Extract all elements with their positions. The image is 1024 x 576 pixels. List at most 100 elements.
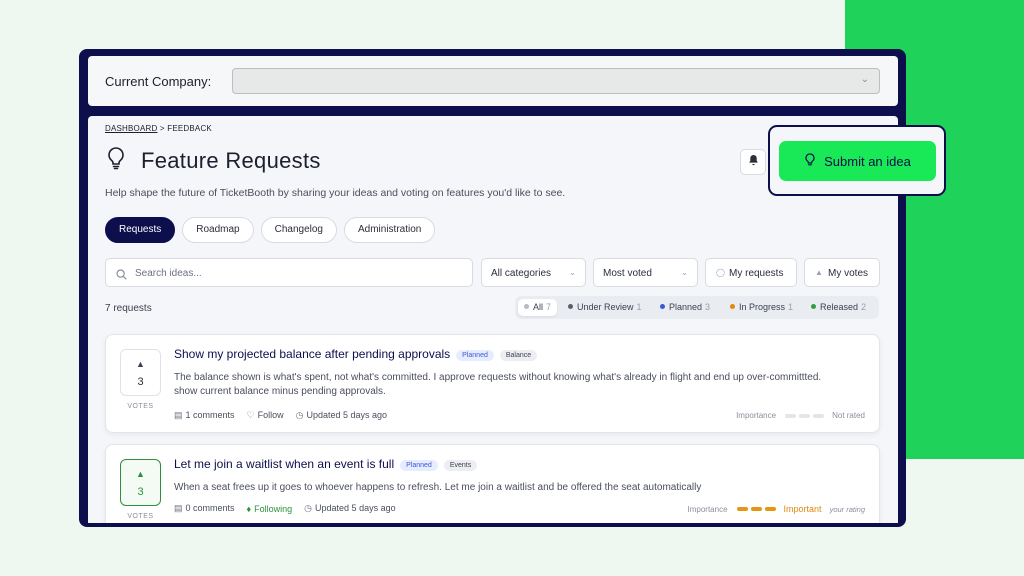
status-dot xyxy=(660,304,665,309)
status-dot xyxy=(730,304,735,309)
category-tag: Events xyxy=(443,460,478,471)
status-in-progress[interactable]: In Progress 1 xyxy=(730,299,793,316)
vote-count: 3 xyxy=(137,376,144,388)
category-tag: Balance xyxy=(499,350,538,361)
search-input[interactable]: Search ideas... xyxy=(105,258,473,287)
lightbulb-icon xyxy=(105,146,127,175)
upvote-icon: ▲ xyxy=(136,469,145,479)
importance-value: Important xyxy=(783,504,822,514)
importance-rating[interactable]: Importance Not rated xyxy=(736,411,865,420)
sort-dropdown-label: Most voted xyxy=(603,268,652,279)
updated-label: Updated 5 days ago xyxy=(306,410,388,420)
tab-administration[interactable]: Administration xyxy=(343,217,436,243)
status-label: Released xyxy=(820,302,859,312)
company-label: Current Company: xyxy=(105,74,212,89)
company-select[interactable]: ⌄ xyxy=(232,68,880,94)
updated-info: ◷ Updated 5 days ago xyxy=(296,410,387,421)
request-title-text: Show my projected balance after pending … xyxy=(174,347,451,361)
status-label: Under Review xyxy=(577,302,634,312)
comments-label: 1 comments xyxy=(185,410,235,420)
importance-bar[interactable] xyxy=(785,413,797,418)
status-all[interactable]: All 7 xyxy=(518,299,558,316)
comment-icon: ▤ xyxy=(174,410,183,420)
status-under-review[interactable]: Under Review 1 xyxy=(568,299,642,316)
my-requests-button[interactable]: ◯ My requests xyxy=(705,258,797,287)
search-placeholder: Search ideas... xyxy=(135,268,202,279)
search-icon xyxy=(116,267,127,285)
status-dot xyxy=(568,304,573,309)
submit-idea-label: Submit an idea xyxy=(824,153,911,169)
chevron-down-icon: ⌄ xyxy=(681,268,688,277)
importance-label: Importance xyxy=(736,411,777,420)
status-released[interactable]: Released 2 xyxy=(811,299,866,316)
breadcrumb-separator: > xyxy=(159,124,165,133)
notifications-button[interactable] xyxy=(740,149,766,175)
request-description: The balance shown is what's spent, not w… xyxy=(174,372,822,397)
importance-bar[interactable] xyxy=(799,413,811,418)
bell-icon: ♦ xyxy=(246,503,252,514)
submit-idea-button[interactable]: Submit an idea xyxy=(779,141,936,181)
status-dot xyxy=(811,304,816,309)
comment-icon: ▤ xyxy=(174,503,183,513)
request-title[interactable]: Show my projected balance after pending … xyxy=(174,347,538,361)
status-tag: Planned xyxy=(456,350,494,361)
comments-link[interactable]: ▤ 1 comments xyxy=(174,410,235,421)
chevron-down-icon: ⌄ xyxy=(569,268,576,277)
comments-link[interactable]: ▤ 0 comments xyxy=(174,503,235,514)
request-card[interactable]: ▲ 3 VOTES Let me join a waitlist when an… xyxy=(105,444,880,523)
tab-requests[interactable]: Requests xyxy=(105,217,176,243)
follow-button[interactable]: ♡ Follow xyxy=(247,410,284,421)
status-planned[interactable]: Planned 3 xyxy=(660,299,710,316)
tab-changelog[interactable]: Changelog xyxy=(260,217,337,243)
category-dropdown[interactable]: All categories ⌄ xyxy=(481,258,586,287)
status-count: 7 xyxy=(546,302,552,312)
lightbulb-icon xyxy=(804,152,824,170)
upvote-icon: ▲ xyxy=(136,359,145,369)
upvote-icon: ▲ xyxy=(815,268,823,277)
importance-label: Importance xyxy=(687,504,728,514)
status-label: In Progress xyxy=(739,302,786,312)
importance-bar[interactable] xyxy=(813,413,825,418)
importance-rating[interactable]: Importance Important your rating xyxy=(688,504,866,514)
my-requests-label: My requests xyxy=(729,268,784,279)
page-subtitle: Help shape the future of TicketBooth by … xyxy=(105,187,566,199)
page-title: Feature Requests xyxy=(141,147,321,173)
follow-label: Follow xyxy=(257,410,284,420)
votes-label: VOTES xyxy=(127,403,154,410)
company-bar: Current Company: ⌄ xyxy=(88,56,898,106)
comments-label: 0 comments xyxy=(185,503,235,513)
tab-roadmap[interactable]: Roadmap xyxy=(182,217,254,243)
request-title-text: Let me join a waitlist when an event is … xyxy=(174,457,395,471)
filter-row: Search ideas... All categories ⌄ Most vo… xyxy=(105,258,880,287)
follow-button[interactable]: ♦ Following xyxy=(247,504,293,514)
user-icon: ◯ xyxy=(716,268,725,277)
status-label: Planned xyxy=(669,302,703,312)
breadcrumb: DASHBOARD > FEEDBACK xyxy=(105,124,212,133)
status-count: 2 xyxy=(861,302,867,312)
clock-icon: ◷ xyxy=(295,410,304,420)
importance-bar[interactable] xyxy=(764,507,776,511)
vote-count: 3 xyxy=(137,486,144,498)
title-row: Feature Requests xyxy=(105,146,321,175)
importance-bar[interactable] xyxy=(736,507,748,511)
request-title[interactable]: Let me join a waitlist when an event is … xyxy=(174,457,478,471)
vote-button[interactable]: ▲ 3 xyxy=(120,459,161,506)
status-count: 3 xyxy=(705,302,711,312)
breadcrumb-dashboard[interactable]: DASHBOARD xyxy=(105,124,157,133)
tab-bar: Requests Roadmap Changelog Administratio… xyxy=(105,217,436,243)
status-filter: All 7 Under Review 1 Planned 3 In Progress 1… xyxy=(515,296,879,319)
request-description: When a seat frees up it goes to whoever … xyxy=(174,482,702,493)
status-tag: Planned xyxy=(400,460,438,471)
request-meta: ▤ 0 comments ♦ Following ◷ Updated 5 days a… xyxy=(174,503,396,514)
request-card[interactable]: ▲ 3 VOTES Show my projected balance afte… xyxy=(105,334,880,433)
importance-bar[interactable] xyxy=(750,507,762,511)
importance-note: your rating xyxy=(829,504,865,514)
updated-info: ◷ Updated 5 days ago xyxy=(304,503,395,514)
votes-label: VOTES xyxy=(127,513,154,520)
vote-button[interactable]: ▲ 3 xyxy=(120,349,161,396)
my-votes-button[interactable]: ▲ My votes xyxy=(804,258,880,287)
follow-label: Following xyxy=(254,503,293,514)
updated-label: Updated 5 days ago xyxy=(315,503,396,513)
sort-dropdown[interactable]: Most voted ⌄ xyxy=(593,258,698,287)
request-meta: ▤ 1 comments ♡ Follow ◷ Updated 5 days ago xyxy=(174,410,387,421)
